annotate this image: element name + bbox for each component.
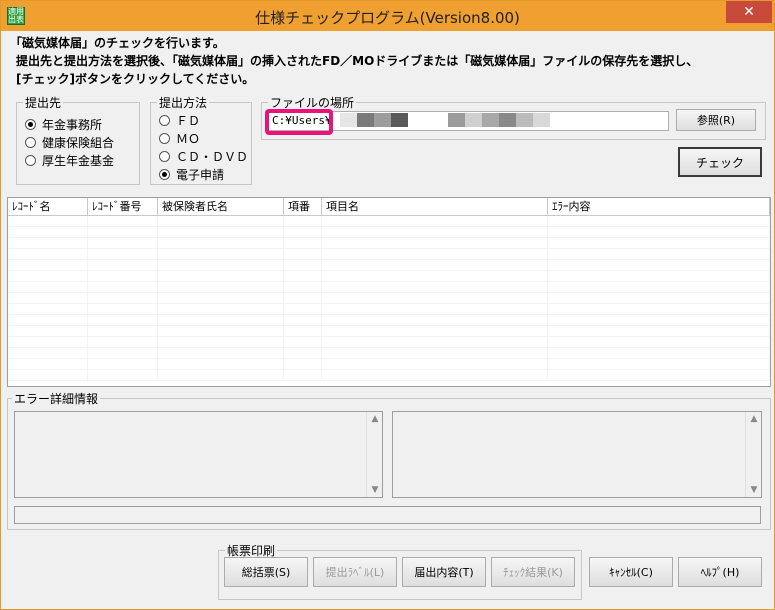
- intro-line-1: 「磁気媒体届」のチェックを行います。: [10, 36, 225, 50]
- cancel-button[interactable]: ｷｬﾝｾﾙ(C): [589, 557, 673, 587]
- col-item-number[interactable]: 項番: [284, 198, 322, 215]
- col-item-name[interactable]: 項目名: [322, 198, 548, 215]
- help-button[interactable]: ﾍﾙﾌﾟ(H): [678, 557, 762, 587]
- title-bar[interactable]: 適用 出表 仕様チェックプログラム(Version8.00) ✕: [1, 1, 774, 31]
- scroll-down-icon[interactable]: ▼: [370, 485, 380, 495]
- vertical-scrollbar[interactable]: ▲ ▼: [745, 412, 761, 497]
- submit-to-group: 提出先 年金事務所 健康保険組合 厚生年金基金: [16, 94, 140, 185]
- close-icon: ✕: [743, 4, 755, 20]
- browse-button[interactable]: 参照(R): [676, 109, 756, 131]
- status-strip: [14, 506, 761, 524]
- radio-health-insurance[interactable]: 健康保険組合: [25, 133, 139, 151]
- content-area: 「磁気媒体届」のチェックを行います。 提出先と提出方法を選択後、「磁気媒体届」の…: [4, 31, 771, 606]
- radio-cd-dvd[interactable]: ＣＤ・ＤＶＤ: [159, 147, 251, 165]
- scroll-down-icon[interactable]: ▼: [749, 485, 759, 495]
- redacted-path-mosaic: [340, 113, 550, 127]
- radio-button[interactable]: [159, 150, 170, 162]
- submit-to-label: 提出先: [25, 96, 62, 110]
- radio-mo[interactable]: ＭＯ: [159, 129, 251, 147]
- file-location-label: ファイルの場所: [270, 96, 355, 110]
- intro-line-3: [チェック]ボタンをクリックしてください。: [16, 72, 255, 86]
- method-label: 提出方法: [159, 96, 208, 110]
- col-record-number[interactable]: ﾚｺｰﾄﾞ番号: [88, 198, 158, 215]
- radio-button[interactable]: [159, 132, 170, 144]
- col-insured-name[interactable]: 被保険者氏名: [158, 198, 284, 215]
- error-detail-box-left[interactable]: ▲ ▼: [14, 411, 383, 498]
- col-record-name[interactable]: ﾚｺｰﾄﾞ名: [8, 198, 88, 215]
- vertical-scrollbar[interactable]: ▲ ▼: [366, 412, 382, 497]
- window-title: 仕様チェックプログラム(Version8.00): [255, 9, 520, 27]
- submit-label-button[interactable]: 提出ﾗﾍﾞﾙ(L): [313, 557, 397, 587]
- intro-text: 「磁気媒体届」のチェックを行います。 提出先と提出方法を選択後、「磁気媒体届」の…: [10, 34, 698, 88]
- scroll-up-icon[interactable]: ▲: [370, 414, 380, 424]
- scroll-up-icon[interactable]: ▲: [749, 414, 759, 424]
- close-button[interactable]: ✕: [726, 1, 772, 23]
- check-button[interactable]: チェック: [678, 147, 762, 177]
- notification-content-button[interactable]: 届出内容(T): [402, 557, 486, 587]
- radio-pension-office[interactable]: 年金事務所: [25, 115, 139, 133]
- radio-button[interactable]: [159, 168, 170, 180]
- radio-e-application[interactable]: 電子申請: [159, 165, 251, 183]
- error-table[interactable]: ﾚｺｰﾄﾞ名 ﾚｺｰﾄﾞ番号 被保険者氏名 項番 項目名 ｴﾗｰ内容: [7, 197, 771, 387]
- radio-button[interactable]: [25, 136, 36, 148]
- table-body: [8, 216, 770, 381]
- radio-button[interactable]: [159, 114, 170, 126]
- method-group: 提出方法 ＦＤ ＭＯ ＣＤ・ＤＶＤ 電子申請: [150, 94, 252, 185]
- file-path-value: C:¥Users¥: [272, 114, 332, 127]
- table-header: ﾚｺｰﾄﾞ名 ﾚｺｰﾄﾞ番号 被保険者氏名 項番 項目名 ｴﾗｰ内容: [8, 198, 770, 216]
- radio-pension-fund[interactable]: 厚生年金基金: [25, 151, 139, 169]
- radio-button[interactable]: [25, 154, 36, 166]
- main-window: 適用 出表 仕様チェックプログラム(Version8.00) ✕ 「磁気媒体届」…: [0, 0, 775, 610]
- radio-fd[interactable]: ＦＤ: [159, 111, 251, 129]
- intro-line-2: 提出先と提出方法を選択後、「磁気媒体届」の挿入されたFD／MOドライブまたは「磁…: [16, 54, 699, 68]
- check-result-button[interactable]: ﾁｪｯｸ結果(K): [491, 557, 575, 587]
- col-error-content[interactable]: ｴﾗｰ内容: [548, 198, 770, 215]
- error-detail-box-right[interactable]: ▲ ▼: [392, 411, 762, 498]
- error-detail-label: エラー詳細情報: [14, 392, 99, 406]
- radio-button[interactable]: [25, 118, 36, 130]
- summary-sheet-button[interactable]: 総括票(S): [224, 557, 308, 587]
